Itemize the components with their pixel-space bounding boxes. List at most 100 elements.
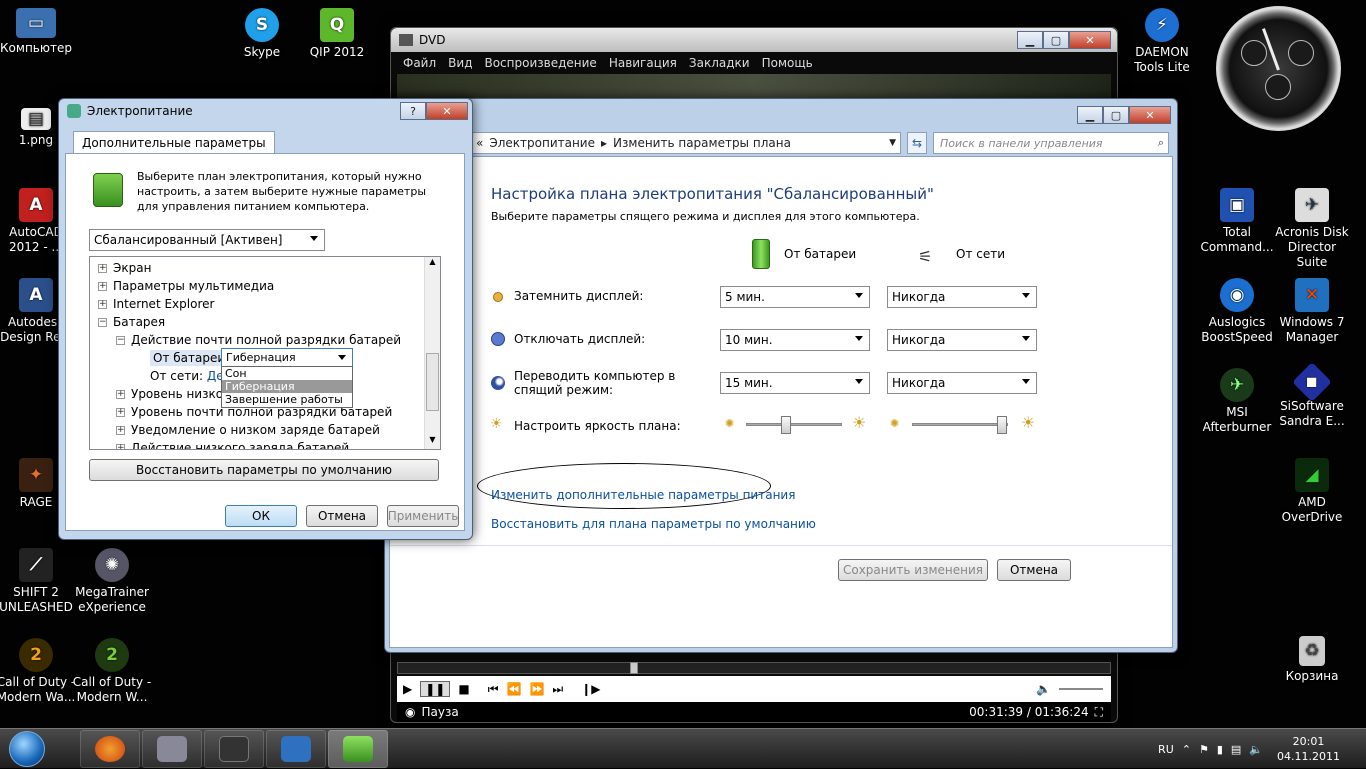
- taskbar-firefox[interactable]: [80, 729, 140, 768]
- tree-item-on-battery[interactable]: От батареи:: [150, 350, 233, 366]
- prev-chapter-icon[interactable]: ⏮: [488, 682, 499, 697]
- ok-button[interactable]: ОК: [225, 505, 297, 527]
- pause-icon[interactable]: ❚❚: [420, 681, 451, 697]
- dim-display-battery-select[interactable]: 5 мин.: [720, 286, 870, 308]
- tree-item-plugged-in[interactable]: От сети: Дей: [150, 369, 231, 383]
- breadcrumb-edit-plan[interactable]: Изменить параметры плана: [613, 136, 791, 150]
- flag-icon[interactable]: ⚑: [1199, 743, 1209, 756]
- display-off-ac-select[interactable]: Никогда: [887, 329, 1037, 351]
- collapse-icon[interactable]: −: [98, 318, 107, 327]
- volume-icon[interactable]: 🔈: [1036, 682, 1051, 696]
- settings-tree[interactable]: + Экран + Параметры мультимедиа + Internet …: [89, 256, 441, 450]
- search-input[interactable]: Поиск в панели управления ⌕: [933, 132, 1169, 154]
- tab-advanced-settings[interactable]: Дополнительные параметры: [73, 131, 275, 154]
- expand-tray-icon[interactable]: ⌃: [1182, 743, 1191, 756]
- play-icon[interactable]: ▶: [403, 682, 412, 696]
- refresh-icon[interactable]: ⇆: [907, 132, 927, 154]
- dvd-menu-help[interactable]: Помощь: [762, 56, 813, 70]
- dvd-close-button[interactable]: ✕: [1069, 31, 1111, 49]
- cp-maximize-button[interactable]: ▢: [1103, 106, 1129, 124]
- expand-icon[interactable]: +: [98, 264, 107, 273]
- expand-icon[interactable]: +: [116, 426, 125, 435]
- brightness-ac-thumb[interactable]: [997, 416, 1007, 434]
- scroll-down-icon[interactable]: ▼: [425, 435, 440, 449]
- seek-bar[interactable]: [397, 662, 1111, 674]
- desktop-icon-megatrainer[interactable]: ✺ MegaTrainer eXperience: [72, 548, 152, 615]
- tree-item-low-notification[interactable]: + Уведомление о низком заряде батарей: [116, 423, 380, 437]
- tree-item-battery[interactable]: − Батарея: [98, 315, 165, 329]
- dvd-menu-navigation[interactable]: Навигация: [609, 56, 677, 70]
- desktop-icon-skype[interactable]: S Skype: [222, 8, 302, 60]
- desktop-icon-win7manager[interactable]: ✕ Windows 7 Manager: [1272, 278, 1352, 345]
- expand-icon[interactable]: +: [116, 444, 125, 449]
- breadcrumb[interactable]: « Электропитание ▸ Изменить параметры пл…: [469, 132, 901, 154]
- frame-step-icon[interactable]: ❙▶: [581, 682, 600, 696]
- pw-cancel-button[interactable]: Отмена: [306, 505, 378, 527]
- desktop-icon-auslogics[interactable]: ◉ Auslogics BoostSpeed: [1197, 278, 1277, 345]
- expand-icon[interactable]: +: [98, 300, 107, 309]
- tree-item-critical-action[interactable]: − Действие почти полной разрядки батарей: [116, 333, 401, 347]
- seek-thumb[interactable]: [630, 662, 639, 674]
- sleep-battery-select[interactable]: 15 мин.: [720, 372, 870, 394]
- stop-icon[interactable]: ■: [458, 682, 469, 696]
- restore-defaults-button[interactable]: Восстановить параметры по умолчанию: [89, 459, 439, 481]
- taskbar-tool[interactable]: [266, 729, 326, 768]
- expand-icon[interactable]: +: [116, 390, 125, 399]
- expand-icon[interactable]: +: [116, 408, 125, 417]
- display-off-battery-select[interactable]: 10 мин.: [720, 329, 870, 351]
- power-tray-icon[interactable]: ▮: [1217, 743, 1223, 756]
- chevron-down-icon[interactable]: ▼: [889, 138, 896, 148]
- start-button[interactable]: [0, 729, 54, 769]
- rewind-icon[interactable]: ⏪: [507, 682, 522, 696]
- option-sleep[interactable]: Сон: [222, 367, 352, 380]
- language-indicator[interactable]: RU: [1158, 743, 1174, 756]
- tree-item-multimedia[interactable]: + Параметры мультимедиа: [98, 279, 274, 293]
- tree-item-low-action[interactable]: + Действие низкого заряда батарей: [116, 441, 349, 449]
- dvd-menu-bookmarks[interactable]: Закладки: [689, 56, 750, 70]
- desktop-icon-sisoftware[interactable]: ◆ SiSoftware Sandra E...: [1272, 362, 1352, 429]
- breadcrumb-power-options[interactable]: Электропитание: [489, 136, 595, 150]
- option-hibernate[interactable]: Гибернация: [222, 380, 352, 393]
- brightness-ac-slider[interactable]: [912, 416, 1008, 434]
- option-shutdown[interactable]: Завершение работы: [222, 393, 352, 406]
- on-battery-action-select[interactable]: Гибернация: [221, 348, 353, 367]
- help-button[interactable]: ?: [400, 102, 426, 120]
- desktop-icon-shift2[interactable]: ⟋ SHIFT 2 UNLEASHED: [0, 548, 76, 615]
- next-chapter-icon[interactable]: ⏭: [552, 682, 563, 697]
- desktop-icon-computer[interactable]: ▭ Компьютер: [0, 8, 76, 56]
- speaker-icon[interactable]: 🔈: [1249, 743, 1263, 756]
- desktop-icon-daemon[interactable]: ⚡ DAEMON Tools Lite: [1122, 8, 1202, 75]
- action-dropdown-list[interactable]: Сон Гибернация Завершение работы: [221, 366, 353, 408]
- scroll-up-icon[interactable]: ▲: [425, 257, 440, 271]
- desktop-icon-cod2[interactable]: 2 Call of Duty - Modern W...: [72, 638, 152, 705]
- tree-item-ie[interactable]: + Internet Explorer: [98, 297, 214, 311]
- scroll-thumb[interactable]: [426, 353, 439, 411]
- cp-cancel-button[interactable]: Отмена: [997, 559, 1071, 581]
- pw-close-button[interactable]: ✕: [426, 102, 468, 120]
- apply-button[interactable]: Применить: [387, 505, 459, 527]
- fullscreen-icon[interactable]: ⛶: [1095, 705, 1103, 720]
- clock-gadget[interactable]: [1216, 6, 1341, 131]
- tree-scrollbar[interactable]: ▲ ▼: [424, 257, 440, 449]
- brightness-battery-thumb[interactable]: [780, 416, 791, 434]
- fast-forward-icon[interactable]: ⏩: [529, 682, 544, 696]
- desktop-icon-qip[interactable]: Q QIP 2012: [297, 8, 377, 60]
- cp-minimize-button[interactable]: ▁: [1077, 106, 1103, 124]
- clock[interactable]: 20:01 04.11.2011: [1277, 734, 1340, 764]
- dvd-maximize-button[interactable]: ▢: [1043, 31, 1069, 49]
- dvd-minimize-button[interactable]: ▁: [1017, 31, 1043, 49]
- desktop-icon-amd[interactable]: ◢ AMD OverDrive: [1272, 458, 1352, 525]
- desktop-icon-total-commander[interactable]: ▣ Total Command...: [1197, 188, 1277, 255]
- expand-icon[interactable]: +: [98, 282, 107, 291]
- tree-item-display[interactable]: + Экран: [98, 261, 151, 275]
- volume-slider[interactable]: [1059, 688, 1103, 690]
- advanced-settings-link[interactable]: Изменить дополнительные параметры питани…: [491, 488, 795, 502]
- taskbar-power-options[interactable]: [328, 729, 388, 768]
- taskbar-media-center[interactable]: [142, 729, 202, 768]
- save-changes-button[interactable]: Сохранить изменения: [838, 559, 988, 581]
- dvd-menu-playback[interactable]: Воспроизведение: [484, 56, 596, 70]
- desktop-icon-msi[interactable]: ✈ MSI Afterburner: [1197, 368, 1277, 435]
- dvd-menu-file[interactable]: Файл: [403, 56, 436, 70]
- cp-close-button[interactable]: ✕: [1129, 106, 1171, 124]
- desktop-icon-acronis[interactable]: ✈ Acronis Disk Director Suite: [1272, 188, 1352, 270]
